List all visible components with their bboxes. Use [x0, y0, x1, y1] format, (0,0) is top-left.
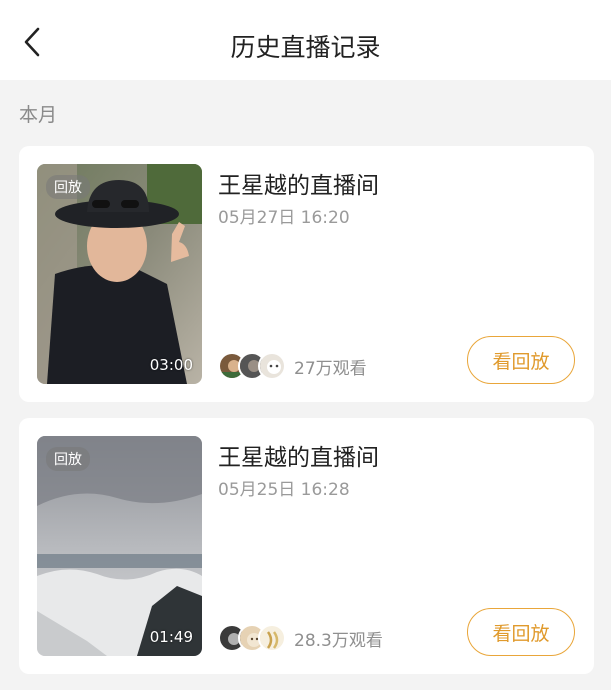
page-title: 历史直播记录: [230, 33, 381, 62]
duration-label: 03:00: [149, 356, 193, 374]
avatar: [258, 352, 286, 380]
watch-replay-button[interactable]: 看回放: [467, 336, 575, 384]
section-label-this-month: 本月: [19, 104, 58, 126]
view-count: 27万观看: [294, 358, 367, 379]
broadcast-time: 05月27日 16:20: [218, 208, 350, 228]
viewer-summary: 27万观看: [218, 352, 367, 380]
room-name: 王星越的直播间: [218, 173, 379, 199]
replay-thumbnail[interactable]: 回放 01:49: [37, 436, 202, 656]
live-record-card[interactable]: 回放 03:00 王星越的直播间 05月27日 16:20 27万观看 看回放: [19, 146, 594, 402]
top-bar: 历史直播记录: [0, 0, 611, 80]
duration-label: 01:49: [149, 628, 193, 646]
replay-badge: 回放: [46, 175, 90, 199]
live-record-card[interactable]: 回放 01:49 王星越的直播间 05月25日 16:28 28.3万观看 看回…: [19, 418, 594, 674]
watch-replay-button[interactable]: 看回放: [467, 608, 575, 656]
replay-thumbnail[interactable]: 回放 03:00: [37, 164, 202, 384]
avatar: [258, 624, 286, 652]
chevron-left-icon: [24, 27, 40, 57]
viewer-summary: 28.3万观看: [218, 624, 383, 652]
back-button[interactable]: [12, 22, 52, 62]
room-name: 王星越的直播间: [218, 445, 379, 471]
replay-badge: 回放: [46, 447, 90, 471]
broadcast-time: 05月25日 16:28: [218, 480, 350, 500]
view-count: 28.3万观看: [294, 630, 383, 651]
